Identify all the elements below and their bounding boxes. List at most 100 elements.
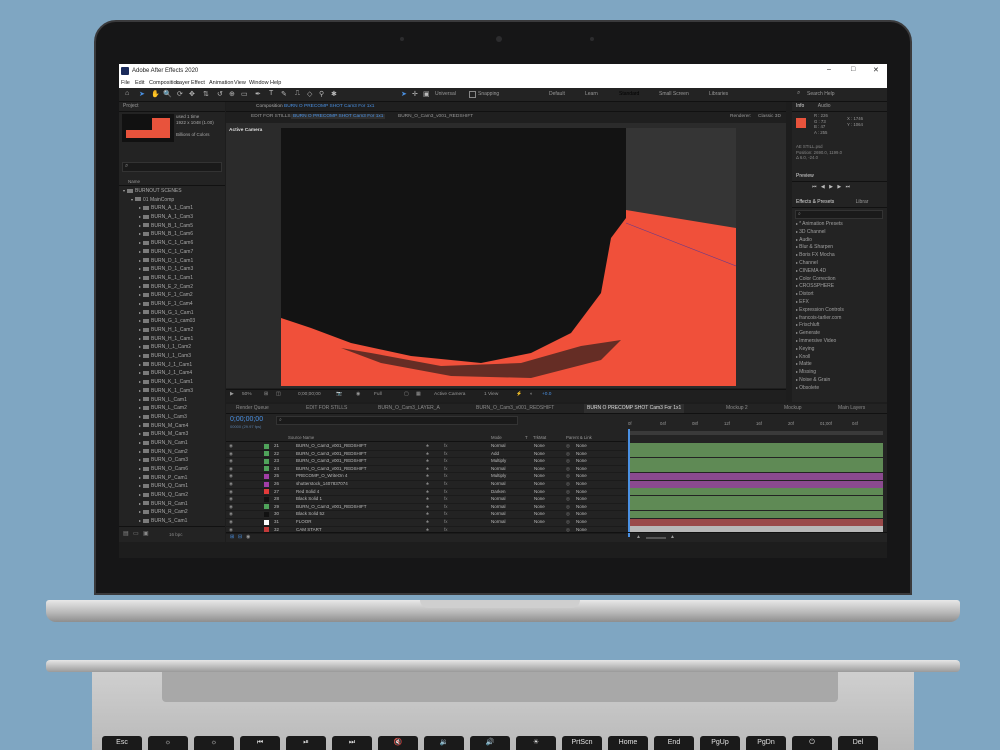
list-item[interactable]: ▸ BURN_C_1_Cam7	[119, 248, 225, 257]
menu-view[interactable]: View	[234, 80, 246, 86]
fx-switch-icon[interactable]: fx	[444, 503, 448, 511]
layer-duration-bar[interactable]	[630, 465, 883, 473]
shy-switch-icon[interactable]: ♣	[426, 518, 429, 526]
work-area-bar[interactable]	[628, 431, 883, 435]
pickwhip-icon[interactable]: ◎	[566, 503, 570, 511]
fx-switch-icon[interactable]: fx	[444, 465, 448, 473]
parent-dropdown[interactable]: None	[576, 465, 587, 473]
tab-info[interactable]: Info	[796, 103, 804, 109]
effect-category[interactable]: ▸ * Animation Presets	[796, 220, 882, 228]
roto-tool-icon[interactable]: ⚲	[319, 90, 324, 98]
list-item[interactable]: ▸ BURN_R_Cam2	[119, 508, 225, 517]
expand-arrow-icon[interactable]: ▸	[139, 501, 141, 506]
view-layout-dropdown[interactable]: 1 View	[484, 392, 498, 397]
list-item[interactable]: ▾ 01 MainComp	[119, 196, 225, 205]
expand-arrow-icon[interactable]: ▸	[139, 214, 141, 219]
list-item[interactable]: ▸ BURN_J_1_Cam4	[119, 369, 225, 378]
expand-arrow-icon[interactable]: ▸	[139, 258, 141, 263]
effect-category[interactable]: ▸ 3D Channel	[796, 228, 882, 236]
list-item[interactable]: ▸ BURN_Q_Cam2	[119, 491, 225, 500]
snapshot-icon[interactable]: 📷	[336, 392, 342, 397]
timeline-tab[interactable]: BURN_O_Cam3_v001_REDSHIFT	[476, 404, 554, 413]
grid-icon[interactable]: ⊞	[264, 392, 268, 397]
project-tab[interactable]: Project	[119, 102, 225, 112]
anchor-tool-icon[interactable]: ⊕	[229, 90, 235, 98]
fx-switch-icon[interactable]: fx	[444, 442, 448, 450]
layer-name[interactable]: BURN_O_Cam3_v001_REDSHIFT	[296, 465, 367, 473]
pickwhip-icon[interactable]: ◎	[566, 480, 570, 488]
timeline-tab[interactable]: Mockup 2	[726, 404, 748, 413]
orbit-tool-icon[interactable]: ⟳	[177, 90, 183, 98]
parent-dropdown[interactable]: None	[576, 442, 587, 450]
layer-duration-bar[interactable]	[630, 503, 883, 511]
expand-arrow-icon[interactable]: ▸	[139, 362, 141, 367]
list-item[interactable]: ▸ BURN_B_1_Cam6	[119, 230, 225, 239]
zoom-slider[interactable]	[646, 537, 666, 539]
snapping-checkbox[interactable]	[469, 91, 476, 98]
always-preview-icon[interactable]: ▶	[230, 392, 234, 397]
fx-switch-icon[interactable]: fx	[444, 457, 448, 465]
label-color-swatch[interactable]	[264, 496, 269, 502]
effect-category[interactable]: ▸ Matte	[796, 360, 882, 368]
fx-switch-icon[interactable]: fx	[444, 480, 448, 488]
expand-arrow-icon[interactable]: ▸	[139, 249, 141, 254]
expand-arrow-icon[interactable]: ▸	[139, 466, 141, 471]
workspace-default[interactable]: Default	[549, 91, 565, 97]
stamp-tool-icon[interactable]: ⎍	[295, 90, 300, 98]
expand-arrow-icon[interactable]: ▸	[139, 423, 141, 428]
trkmat-dropdown[interactable]: None	[534, 472, 545, 480]
trkmat-dropdown[interactable]: None	[534, 465, 545, 473]
label-color-swatch[interactable]	[264, 481, 269, 487]
effects-search-input[interactable]: ⌕	[795, 210, 883, 219]
list-item[interactable]: ▸ BURN_E_2_Cam2	[119, 283, 225, 292]
list-item[interactable]: ▸ BURN_P_Cam1	[119, 474, 225, 483]
eraser-tool-icon[interactable]: ◇	[307, 90, 312, 98]
expand-arrow-icon[interactable]: ▸	[139, 292, 141, 297]
menu-file[interactable]: File	[121, 80, 130, 86]
search-icon[interactable]: ⌕	[797, 90, 800, 97]
subtab-precomp[interactable]: BURN O PRECOMP SHOT Cam3 For 1x1	[291, 114, 386, 119]
parent-dropdown[interactable]: None	[576, 472, 587, 480]
fx-switch-icon[interactable]: fx	[444, 518, 448, 526]
pan-tool-icon[interactable]: ✥	[189, 90, 195, 98]
trkmat-dropdown[interactable]: None	[534, 457, 545, 465]
workspace-small-screen[interactable]: Small Screen	[659, 91, 689, 97]
fx-switch-icon[interactable]: fx	[444, 488, 448, 496]
label-color-swatch[interactable]	[264, 489, 269, 495]
resolution-dropdown[interactable]: Full	[374, 392, 382, 397]
label-color-swatch[interactable]	[264, 451, 269, 457]
pen-tool-icon[interactable]: ✒	[255, 90, 261, 98]
label-color-swatch[interactable]	[264, 466, 269, 472]
search-help-input[interactable]: Search Help	[807, 91, 835, 97]
list-item[interactable]: ▸ BURN_N_Cam1	[119, 439, 225, 448]
expand-arrow-icon[interactable]: ▸	[139, 327, 141, 332]
expand-arrow-icon[interactable]: ▸	[139, 344, 141, 349]
transparency-grid-icon[interactable]: ▦	[416, 392, 421, 397]
label-color-swatch[interactable]	[264, 473, 269, 479]
mode-dropdown[interactable]: Multiply	[491, 472, 506, 480]
pickwhip-icon[interactable]: ◎	[566, 465, 570, 473]
list-item[interactable]: ▸ BURN_S_Cam1	[119, 517, 225, 526]
pickwhip-icon[interactable]: ◎	[566, 442, 570, 450]
effect-category[interactable]: ▸ Audio	[796, 236, 882, 244]
layer-duration-bar[interactable]	[630, 510, 883, 518]
effect-category[interactable]: ▸ Boris FX Mocha	[796, 251, 882, 259]
mode-dropdown[interactable]: Normal	[491, 442, 506, 450]
menu-animation[interactable]: Animation	[209, 80, 233, 86]
mode-dropdown[interactable]: Normal	[491, 518, 506, 526]
expand-arrow-icon[interactable]: ▸	[139, 388, 141, 393]
expand-arrow-icon[interactable]: ▸	[139, 509, 141, 514]
mode-dropdown[interactable]: Normal	[491, 465, 506, 473]
list-item[interactable]: ▸ BURN_I_1_Cam2	[119, 343, 225, 352]
subtab-redshift[interactable]: BURN_O_Cam3_v001_REDSHIFT	[398, 114, 473, 119]
maximize-button[interactable]: □	[851, 66, 855, 73]
next-frame-icon[interactable]: ▶	[837, 184, 841, 190]
layer-duration-bar[interactable]	[630, 472, 883, 480]
axis-tool-icon[interactable]: ➤	[401, 90, 407, 98]
list-item[interactable]: ▸ BURN_D_1_Cam1	[119, 257, 225, 266]
parent-header[interactable]: Parent & Link	[566, 435, 592, 440]
universal-label[interactable]: Universal	[435, 91, 456, 97]
trkmat-header[interactable]: TrkMat	[533, 435, 546, 440]
prev-frame-icon[interactable]: ◀	[821, 184, 825, 190]
layer-name[interactable]: Black Solid 52	[296, 510, 325, 518]
